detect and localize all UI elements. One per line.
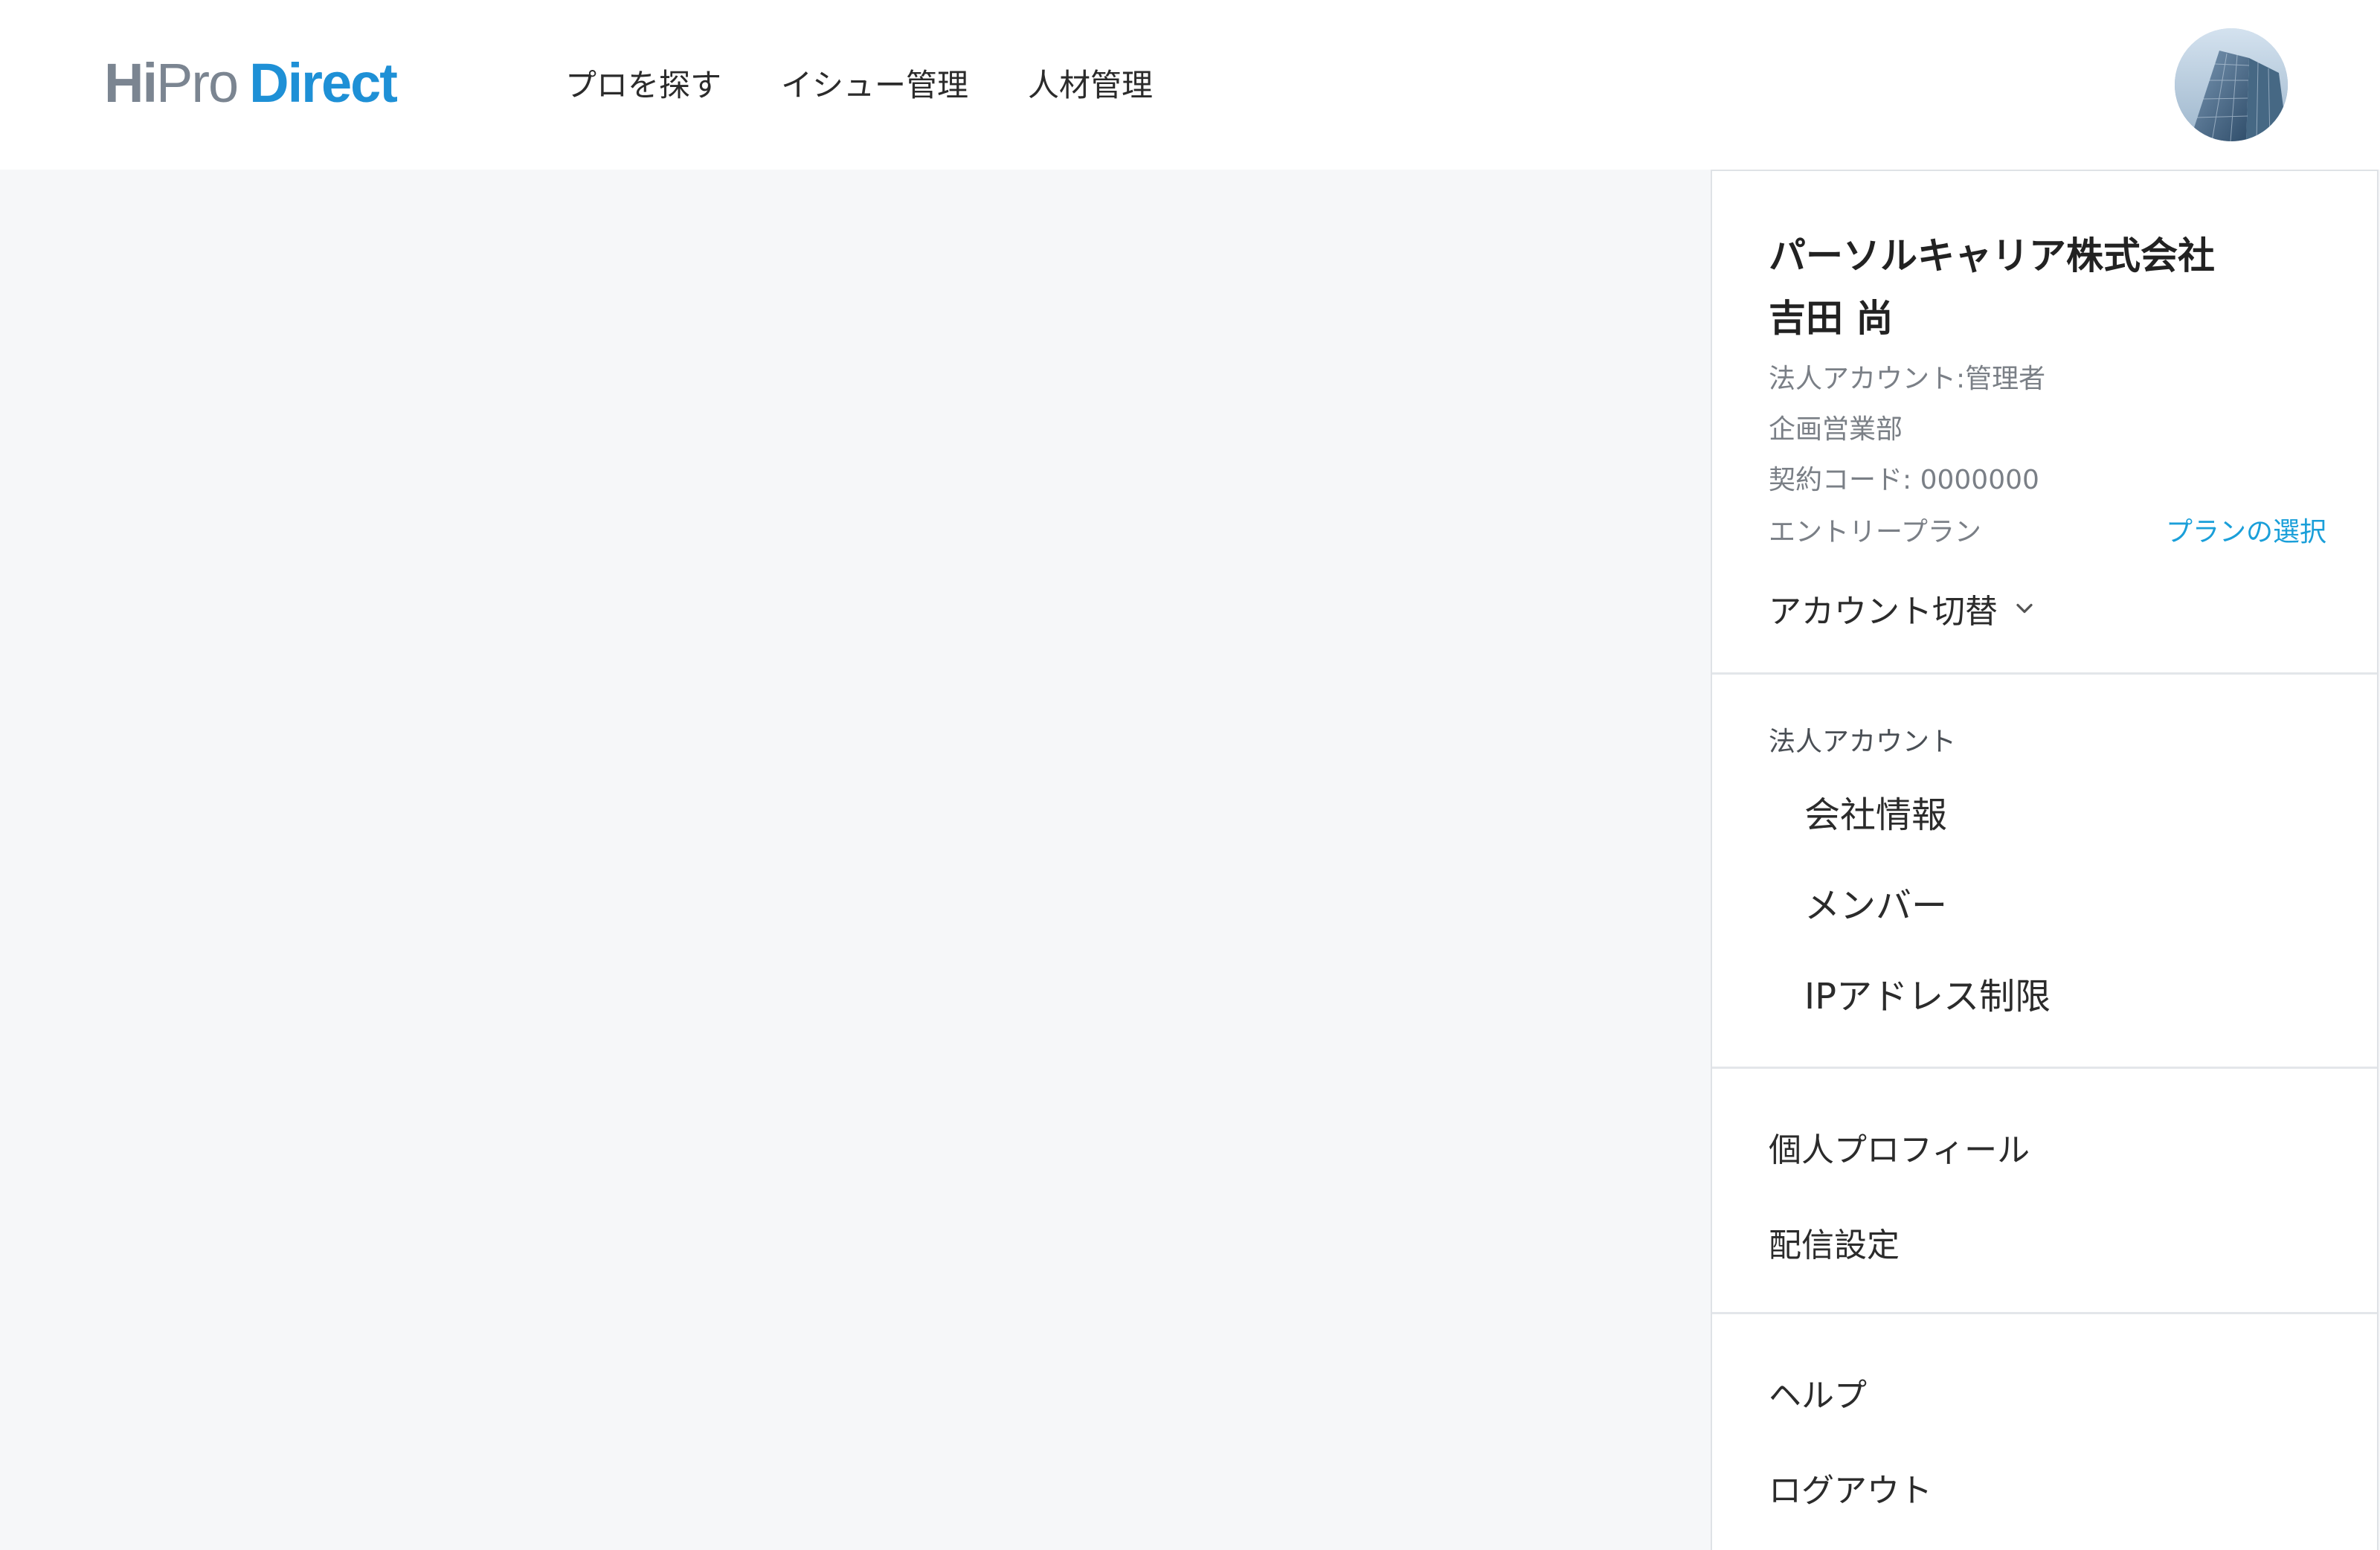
menu-item-logout[interactable]: ログアウト bbox=[1769, 1464, 1932, 1511]
nav-find-pro[interactable]: プロを探す bbox=[565, 60, 721, 112]
building-photo-icon bbox=[2175, 28, 2288, 141]
account-switch-button[interactable]: アカウント切替 bbox=[1769, 585, 2038, 632]
top-header: HiPro Direct プロを探す イシュー管理 人材管理 bbox=[0, 0, 2380, 170]
user-name: 吉田 尚 bbox=[1769, 297, 1894, 340]
account-dropdown-menu: パーソルキャリア株式会社 吉田 尚 法人アカウント:管理者 企画営業部 契約コー… bbox=[1711, 170, 2379, 1550]
plan-select-link[interactable]: プランの選択 bbox=[2166, 510, 2326, 549]
divider bbox=[1712, 1067, 2377, 1069]
menu-item-members[interactable]: メンバー bbox=[1804, 876, 1947, 928]
logo-hi-text: Hi bbox=[104, 52, 158, 114]
department: 企画営業部 bbox=[1769, 414, 1903, 445]
main-nav: プロを探す イシュー管理 人材管理 bbox=[565, 60, 1153, 112]
account-switch-label: アカウント切替 bbox=[1769, 593, 1998, 631]
menu-item-personal-profile[interactable]: 個人プロフィール bbox=[1769, 1123, 2030, 1171]
logo-pro-text: Pro bbox=[156, 52, 239, 114]
nav-issue-management[interactable]: イシュー管理 bbox=[781, 60, 968, 112]
contract-code: 契約コード: 0000000 bbox=[1769, 465, 2039, 495]
menu-item-ip-restriction[interactable]: IPアドレス制限 bbox=[1804, 967, 2051, 1019]
avatar[interactable] bbox=[2175, 28, 2288, 141]
menu-item-delivery-settings[interactable]: 配信設定 bbox=[1769, 1218, 1900, 1266]
corporate-account-label: 法人アカウント bbox=[1769, 727, 1957, 757]
menu-item-company-info[interactable]: 会社情報 bbox=[1804, 785, 1947, 837]
divider bbox=[1712, 672, 2377, 675]
divider bbox=[1712, 1312, 2377, 1314]
company-name: パーソルキャリア株式会社 bbox=[1769, 234, 2215, 277]
nav-talent-management[interactable]: 人材管理 bbox=[1028, 60, 1153, 112]
plan-name: エントリープラン bbox=[1769, 517, 1981, 547]
logo-direct-text: Direct bbox=[249, 52, 398, 114]
account-type: 法人アカウント:管理者 bbox=[1769, 364, 2046, 394]
menu-item-help[interactable]: ヘルプ bbox=[1769, 1369, 1867, 1416]
chevron-down-icon bbox=[2016, 603, 2033, 614]
hipro-direct-logo[interactable]: HiPro Direct bbox=[104, 52, 398, 114]
